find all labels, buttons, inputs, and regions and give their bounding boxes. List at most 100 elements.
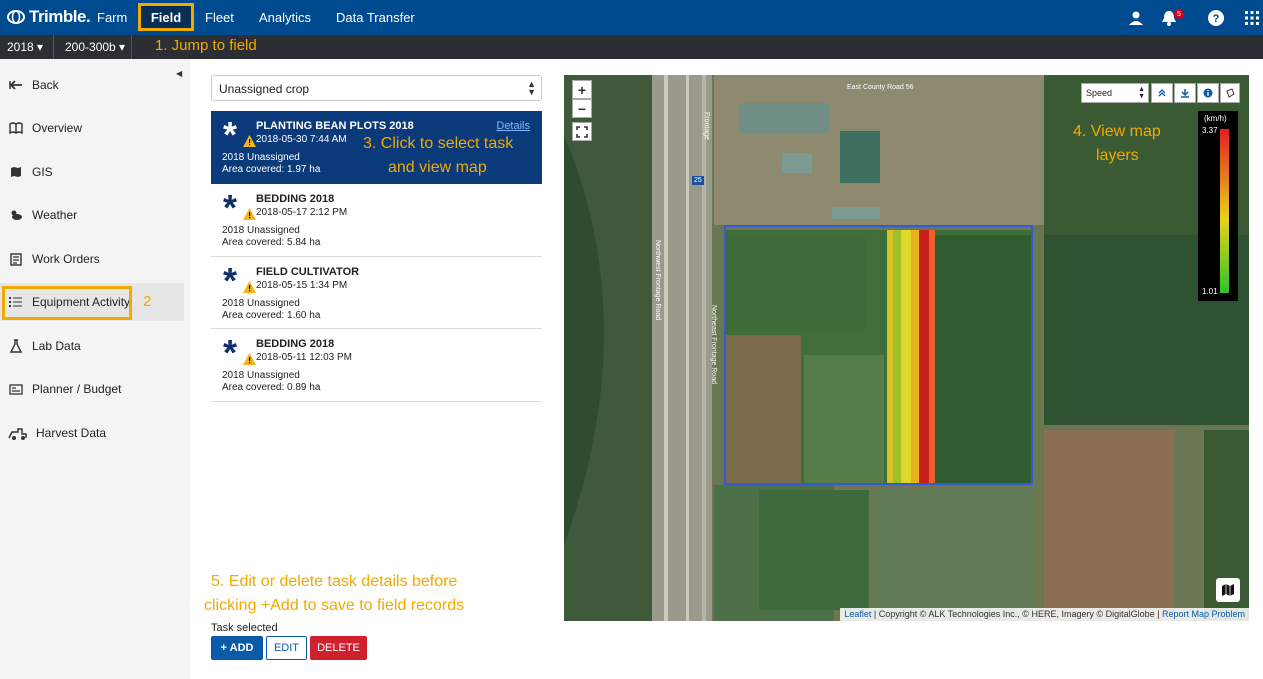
clipboard-icon: [8, 251, 24, 267]
sidebar-item-label: Harvest Data: [36, 426, 107, 440]
sidebar-item-overview[interactable]: Overview: [0, 109, 184, 147]
task-season: 2018 Unassigned: [222, 225, 300, 236]
task-name: FIELD CULTIVATOR: [256, 266, 360, 278]
shape-tool-button[interactable]: [1220, 83, 1240, 103]
sidebar-item-label: Work Orders: [32, 252, 100, 266]
download-button[interactable]: [1174, 83, 1196, 103]
task-date: 2018-05-17 2:12 PM: [256, 207, 348, 218]
info-button[interactable]: [1197, 83, 1219, 103]
sidebar-item-label: Weather: [32, 208, 78, 222]
back-arrow-icon: [8, 77, 24, 93]
crop-select[interactable]: Unassigned crop ▲ ▼: [211, 75, 542, 101]
collapse-up-button[interactable]: [1151, 83, 1173, 103]
notification-badge: 5: [1174, 9, 1184, 19]
field-value: 200-300b: [65, 40, 116, 54]
top-nav-bar: Trimble. Farm Field Fleet Analytics Data…: [0, 0, 1263, 35]
task-asterisk-icon: *: [223, 332, 238, 373]
fullscreen-button[interactable]: [572, 122, 592, 141]
year-selector[interactable]: 2018 ▾: [7, 40, 43, 54]
select-arrows-icon: ▲ ▼: [1138, 86, 1145, 100]
details-link[interactable]: Details: [496, 120, 530, 132]
fullscreen-icon: [576, 125, 588, 138]
task-item[interactable]: * FIELD CULTIVATOR 2018-05-15 1:34 PM 20…: [211, 257, 542, 329]
legend-color-ramp: [1220, 129, 1229, 293]
nav-data-transfer[interactable]: Data Transfer: [336, 10, 415, 25]
warning-icon: [243, 353, 256, 365]
trimble-logo[interactable]: Trimble.: [6, 6, 91, 28]
task-item-selected[interactable]: * PLANTING BEAN PLOTS 2018 2018-05-30 7:…: [211, 111, 542, 184]
zoom-out-button[interactable]: −: [572, 99, 592, 118]
task-date: 2018-05-15 1:34 PM: [256, 280, 348, 291]
task-date: 2018-05-30 7:44 AM: [256, 134, 347, 145]
annotation-select-task-2: and view map: [388, 159, 487, 176]
apps-grid-icon[interactable]: [1243, 9, 1261, 27]
sidebar-item-gis[interactable]: GIS: [0, 153, 184, 191]
zoom-in-button[interactable]: +: [572, 80, 592, 99]
polygon-icon: [1226, 88, 1235, 98]
annotation-map-layers-2: layers: [1096, 147, 1139, 164]
task-season: 2018 Unassigned: [222, 298, 300, 309]
planner-icon: [8, 381, 24, 397]
nav-fleet[interactable]: Fleet: [205, 10, 234, 25]
nav-field-label: Field: [150, 9, 182, 25]
nav-analytics[interactable]: Analytics: [259, 10, 311, 25]
add-button[interactable]: + ADD: [211, 636, 263, 660]
sidebar-item-label: Lab Data: [32, 339, 81, 353]
sidebar-item-lab-data[interactable]: Lab Data: [0, 327, 184, 365]
task-item[interactable]: * BEDDING 2018 2018-05-11 12:03 PM 2018 …: [211, 329, 542, 402]
delete-button[interactable]: DELETE: [310, 636, 367, 660]
sidebar-item-planner-budget[interactable]: Planner / Budget: [0, 370, 184, 408]
sidebar-item-label: GIS: [32, 165, 53, 179]
task-area: Area covered: 1.60 ha: [222, 310, 321, 321]
user-icon[interactable]: [1127, 9, 1145, 27]
sidebar-item-weather[interactable]: Weather: [0, 196, 184, 234]
select-arrows-icon: ▲ ▼: [527, 79, 536, 97]
sidebar-item-back[interactable]: Back: [0, 66, 184, 104]
map-view[interactable]: East County Road 56 Frontage Northwest F…: [564, 75, 1249, 621]
map-layer-select[interactable]: Speed ▲ ▼: [1081, 83, 1149, 103]
report-map-problem-link[interactable]: Report Map Problem: [1162, 609, 1245, 619]
divider: [131, 35, 132, 59]
logo-text: Trimble.: [29, 7, 91, 26]
task-name: BEDDING 2018: [256, 193, 335, 205]
map-attribution: Leaflet | Copyright © ALK Technologies I…: [840, 608, 1249, 621]
warning-icon: [243, 208, 256, 220]
leaflet-link[interactable]: Leaflet: [844, 609, 871, 619]
task-asterisk-icon: *: [223, 114, 238, 155]
legend-min: 1.01: [1202, 287, 1218, 296]
warning-icon: [243, 135, 256, 147]
task-area: Area covered: 0.89 ha: [222, 382, 321, 393]
sidebar-item-label: Overview: [32, 121, 83, 135]
help-icon[interactable]: ?: [1207, 9, 1225, 27]
task-selected-label: Task selected: [211, 622, 278, 634]
attribution-text: | Copyright © ALK Technologies Inc., © H…: [871, 609, 1162, 619]
satellite-imagery: [564, 75, 1249, 621]
sidebar-item-work-orders[interactable]: Work Orders: [0, 240, 184, 278]
sidebar-item-harvest-data[interactable]: Harvest Data: [0, 414, 184, 452]
field-selector[interactable]: 200-300b ▾: [65, 40, 125, 54]
road-label-county: East County Road 56: [847, 84, 914, 91]
edit-button[interactable]: EDIT: [266, 636, 307, 660]
task-item[interactable]: * BEDDING 2018 2018-05-17 2:12 PM 2018 U…: [211, 184, 542, 257]
task-area: Area covered: 1.97 ha: [222, 164, 321, 175]
nav-farm[interactable]: Farm: [97, 10, 127, 25]
double-chevron-up-icon: [1158, 89, 1166, 97]
sidebar-item-label: Back: [32, 78, 59, 92]
annotation-edit-1: 5. Edit or delete task details before: [211, 573, 458, 590]
legend-unit: (km/h): [1204, 114, 1227, 123]
road-label-ne-frontage: Northeast Frontage Road: [710, 305, 717, 384]
task-date: 2018-05-11 12:03 PM: [256, 352, 352, 363]
download-icon: [1181, 89, 1189, 98]
nav-field[interactable]: Field: [138, 3, 194, 31]
year-value: 2018: [7, 40, 34, 54]
weather-icon: [8, 207, 24, 223]
basemap-toggle-button[interactable]: [1216, 578, 1240, 602]
task-name: PLANTING BEAN PLOTS 2018: [256, 120, 414, 132]
interstate-shield: 25: [692, 176, 704, 185]
book-icon: [8, 120, 24, 136]
task-area: Area covered: 5.84 ha: [222, 237, 321, 248]
map-layer-value: Speed: [1086, 88, 1113, 98]
context-bar: 2018 ▾ 200-300b ▾ 1. Jump to field: [0, 35, 1263, 59]
map-icon: [1222, 584, 1234, 596]
trimble-globe-icon: [7, 10, 25, 24]
